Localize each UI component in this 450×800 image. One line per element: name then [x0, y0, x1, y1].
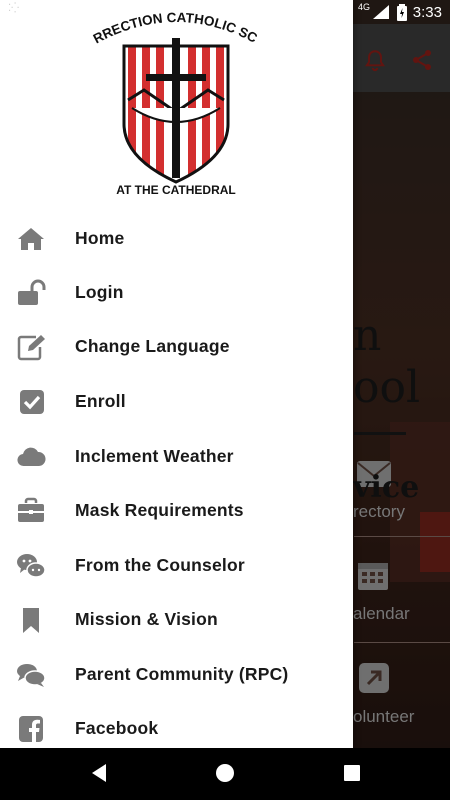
system-navigation-bar — [0, 748, 450, 800]
school-logo: RESURRECTION CATHOLIC SCHOOL AT THE CATH… — [88, 8, 260, 196]
bookmark-icon — [23, 608, 39, 633]
bg-tile-title: vice — [353, 470, 420, 505]
calendar-icon — [358, 563, 388, 590]
unlock-icon — [18, 279, 46, 305]
briefcase-icon — [18, 497, 44, 522]
bg-tile-volunteer: olunteer — [353, 707, 415, 726]
status-time: 3:33 — [412, 3, 442, 21]
logo-bottom-text: AT THE CATHEDRAL — [116, 183, 236, 196]
app-screen: n ool vice rectory alendar olunteer ⁚⁛ 4… — [0, 0, 450, 748]
home-button[interactable] — [214, 762, 236, 784]
menu-item-facebook[interactable]: Facebook — [0, 702, 353, 748]
menu-item-label: Home — [75, 228, 125, 248]
menu-item-label: Login — [75, 282, 124, 302]
back-button[interactable] — [88, 762, 110, 784]
home-icon — [18, 228, 44, 250]
bg-title-line1: n — [353, 310, 382, 361]
menu-item-label: Inclement Weather — [75, 446, 234, 466]
menu-item-mask-requirements[interactable]: Mask Requirements — [0, 484, 353, 538]
network-label: 4G — [357, 2, 370, 12]
bg-tile-directory: rectory — [353, 502, 405, 521]
bg-tile-divider — [354, 642, 450, 643]
facebook-icon — [19, 716, 43, 742]
menu-item-login[interactable]: Login — [0, 266, 353, 320]
checkbox-icon — [20, 390, 44, 414]
bg-tile-divider — [354, 536, 450, 537]
external-link-icon — [359, 663, 389, 693]
menu-item-label: Facebook — [75, 718, 159, 738]
menu-item-inclement-weather[interactable]: Inclement Weather — [0, 430, 353, 484]
menu-item-label: From the Counselor — [75, 555, 245, 575]
menu-item-change-language[interactable]: Change Language — [0, 320, 353, 374]
battery-icon — [396, 3, 407, 21]
menu-item-from-the-counselor[interactable]: From the Counselor — [0, 539, 353, 593]
wechat-icon — [17, 554, 46, 578]
menu-item-enroll[interactable]: Enroll — [0, 375, 353, 429]
notification-icon: ⁚⁛ — [8, 3, 20, 14]
navigation-drawer: RESURRECTION CATHOLIC SCHOOL AT THE CATH… — [0, 0, 353, 748]
recents-button[interactable] — [342, 762, 362, 784]
bg-title-line2: ool — [353, 362, 421, 413]
menu-item-label: Mask Requirements — [75, 500, 244, 520]
menu-item-label: Parent Community (RPC) — [75, 664, 289, 684]
menu-item-mission-vision[interactable]: Mission & Vision — [0, 593, 353, 647]
menu-item-home[interactable]: Home — [0, 212, 353, 266]
menu-item-parent-community[interactable]: Parent Community (RPC) — [0, 648, 353, 702]
edit-icon — [17, 335, 45, 361]
cloud-icon — [17, 447, 46, 467]
menu-item-label: Mission & Vision — [75, 609, 218, 629]
bg-divider — [354, 432, 406, 435]
menu-item-label: Enroll — [75, 391, 126, 411]
status-bar: ⁚⁛ 4G 3:33 — [0, 0, 450, 24]
menu-item-label: Change Language — [75, 336, 230, 356]
signal-icon — [372, 5, 389, 19]
comments-icon — [17, 664, 46, 687]
bg-tile-calendar: alendar — [353, 604, 410, 623]
